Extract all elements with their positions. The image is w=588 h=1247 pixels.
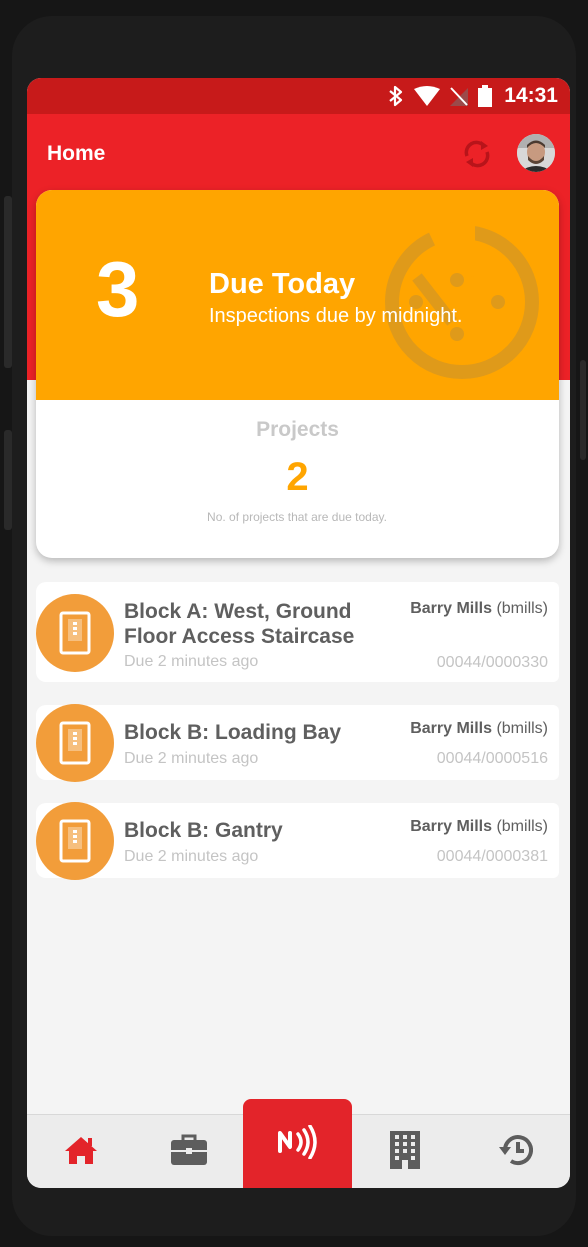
due-today-banner: 3 Due Today Inspections due by midnight. (36, 190, 559, 400)
projects-count: 2 (286, 455, 309, 499)
no-sim-icon (450, 86, 469, 106)
inspection-ref: 00044/0000516 (436, 750, 548, 767)
nav-home[interactable] (41, 1115, 121, 1188)
inspection-due: Due 2 minutes ago (124, 653, 259, 670)
bluetooth-icon (388, 85, 404, 107)
app-screen: 14:31 Home 3 Due Today Inspections due b… (27, 78, 570, 1188)
inspection-title: Block A: West, Ground Floor Access Stair… (124, 600, 355, 648)
nav-history[interactable] (475, 1115, 555, 1188)
due-title: Due Today (209, 268, 356, 300)
volume-button (4, 196, 12, 368)
user-id: (bmills) (496, 818, 548, 835)
user-name: Barry Mills (410, 720, 492, 737)
due-today-card[interactable]: 3 Due Today Inspections due by midnight.… (36, 190, 559, 558)
history-icon (497, 1133, 533, 1171)
inspection-title: Block B: Loading Bay (124, 721, 342, 744)
user-id: (bmills) (496, 720, 548, 737)
nav-buildings[interactable] (365, 1115, 445, 1188)
status-bar: 14:31 (27, 78, 570, 114)
list-item[interactable]: Block B: Gantry Due 2 minutes ago Barry … (36, 802, 559, 880)
user-name: Barry Mills (410, 818, 492, 835)
due-subtitle: Inspections due by midnight. (209, 305, 463, 327)
inspection-user: Barry Mills (bmills) (410, 818, 548, 836)
list-item[interactable]: Block A: West, Ground Floor Access Stair… (36, 582, 559, 682)
door-icon (36, 802, 114, 880)
door-icon (36, 594, 114, 672)
power-button (4, 430, 12, 530)
projects-label: Projects (256, 418, 339, 441)
inspection-title: Block B: Gantry (124, 819, 283, 842)
inspection-due: Due 2 minutes ago (124, 848, 259, 865)
inspection-user: Barry Mills (bmills) (410, 600, 548, 618)
battery-icon (478, 85, 493, 107)
page-title: Home (47, 142, 106, 165)
avatar[interactable] (517, 134, 555, 172)
building-icon (390, 1131, 420, 1173)
wifi-icon (414, 86, 441, 106)
side-button (580, 360, 586, 460)
briefcase-icon (170, 1134, 208, 1170)
due-count: 3 (96, 245, 140, 333)
nav-projects[interactable] (149, 1115, 229, 1188)
app-bar: Home (27, 114, 570, 194)
status-time: 14:31 (504, 84, 558, 107)
user-id: (bmills) (496, 600, 548, 617)
door-icon (36, 704, 114, 782)
user-name: Barry Mills (410, 600, 492, 617)
inspection-ref: 00044/0000381 (436, 848, 548, 865)
nfc-icon (276, 1123, 320, 1163)
inspection-ref: 00044/0000330 (436, 654, 548, 671)
inspection-user: Barry Mills (bmills) (410, 720, 548, 738)
projects-description: No. of projects that are due today. (207, 510, 387, 524)
sync-icon[interactable] (459, 136, 495, 172)
nfc-scan-button[interactable] (243, 1099, 352, 1188)
inspection-due: Due 2 minutes ago (124, 750, 259, 767)
clock-alert-icon (382, 222, 542, 382)
home-icon (64, 1135, 98, 1169)
list-item[interactable]: Block B: Loading Bay Due 2 minutes ago B… (36, 704, 559, 782)
